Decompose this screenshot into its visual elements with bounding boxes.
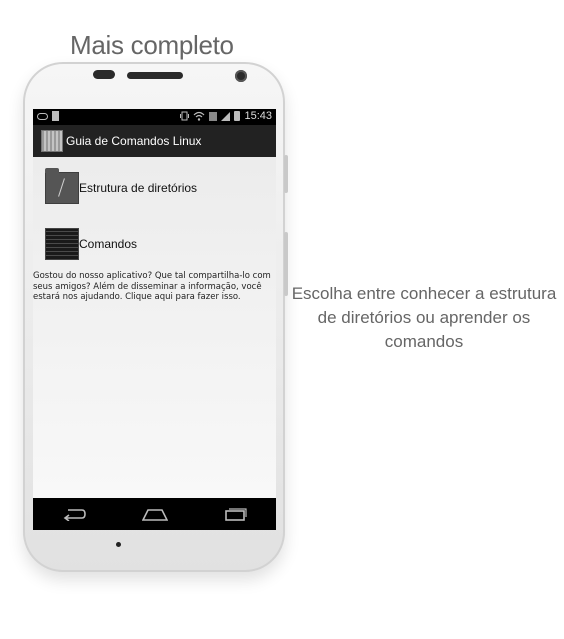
data-icon <box>209 111 218 121</box>
front-speaker <box>93 70 115 79</box>
app-title: Guia de Comandos Linux <box>66 134 202 148</box>
folder-icon <box>45 168 79 204</box>
sd-card-icon <box>52 111 59 121</box>
back-button[interactable] <box>60 504 88 524</box>
app-logo-icon[interactable] <box>41 130 63 152</box>
status-time: 15:43 <box>244 110 272 122</box>
action-bar: Guia de Comandos Linux <box>33 125 276 157</box>
menu-item-label: Comandos <box>79 237 138 251</box>
microphone <box>116 542 121 547</box>
promo-caption: Escolha entre conhecer a estrutura de di… <box>291 284 557 351</box>
recent-apps-button[interactable] <box>222 504 250 524</box>
volume-button <box>284 155 288 193</box>
wifi-icon <box>194 111 205 121</box>
menu-item-directory-structure[interactable]: Estrutura de diretórios <box>45 168 198 205</box>
front-camera <box>235 70 247 82</box>
terminal-icon <box>45 228 79 260</box>
voicemail-icon <box>37 112 48 120</box>
share-link[interactable]: Gostou do nosso aplicativo? Que tal comp… <box>33 271 273 303</box>
menu-item-label: Estrutura de diretórios <box>79 181 198 195</box>
phone-screen: 15:43 Guia de Comandos Linux Estrutura d… <box>33 109 276 530</box>
earpiece <box>127 72 183 79</box>
home-icon <box>141 509 168 521</box>
main-content: Estrutura de diretórios Comandos Gostou … <box>33 157 276 498</box>
status-bar: 15:43 <box>33 109 276 125</box>
navigation-bar <box>33 498 276 530</box>
promo-headline: Mais completo <box>70 30 234 60</box>
menu-item-commands[interactable]: Comandos <box>45 227 137 261</box>
recent-apps-icon <box>224 508 247 521</box>
home-button[interactable] <box>141 504 169 524</box>
signal-icon <box>221 111 231 121</box>
back-icon <box>63 509 86 521</box>
vibrate-icon <box>180 111 190 121</box>
battery-icon <box>234 111 241 121</box>
